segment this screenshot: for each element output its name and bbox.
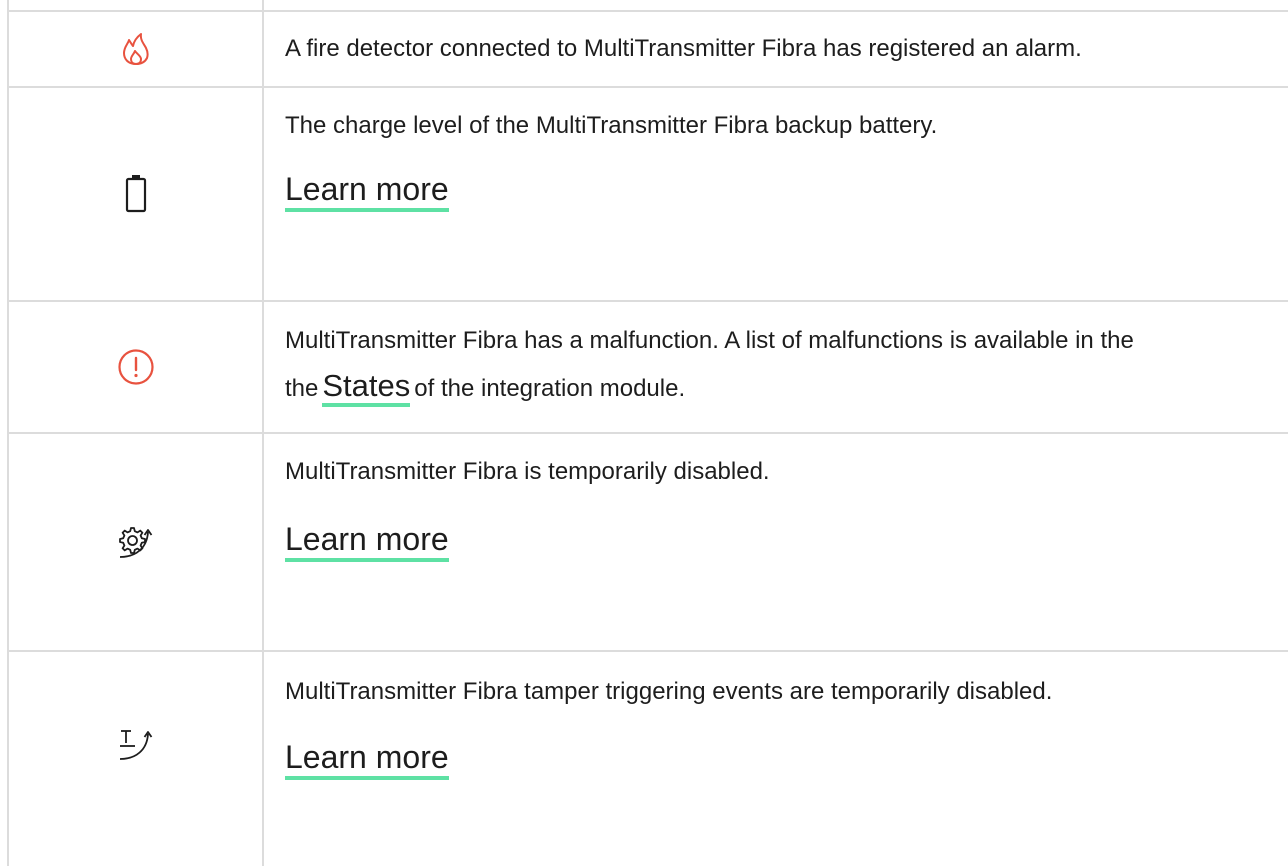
icon-cell [9, 88, 262, 300]
description-text-after: of the integration module. [414, 375, 686, 402]
malfunction-icon [117, 348, 155, 386]
table-row: MultiTransmitter Fibra tamper triggering… [9, 652, 1288, 866]
learn-more-link[interactable]: Learn more [285, 170, 449, 212]
icon-cell [9, 302, 262, 432]
table-row: MultiTransmitter Fibra is temporarily di… [9, 434, 1288, 650]
icon-cell [9, 434, 262, 650]
table-row: A fire detector connected to MultiTransm… [9, 12, 1288, 86]
icon-cell [9, 652, 262, 836]
tamper-disabled-icon [116, 726, 156, 762]
row-description: The charge level of the MultiTransmitter… [285, 112, 938, 139]
row-description: MultiTransmitter Fibra tamper triggering… [285, 678, 1053, 705]
row-description: A fire detector connected to MultiTransm… [285, 35, 1082, 62]
status-icons-table: A fire detector connected to MultiTransm… [0, 0, 1288, 866]
learn-more-link[interactable]: Learn more [285, 738, 449, 780]
description-text: MultiTransmitter Fibra has a malfunction… [285, 327, 1134, 354]
battery-icon [125, 174, 147, 214]
table-row: MultiTransmitter Fibra has a malfunction… [9, 302, 1288, 432]
row-description: MultiTransmitter Fibra is temporarily di… [285, 458, 770, 485]
icon-cell [9, 12, 262, 86]
table-row: The charge level of the MultiTransmitter… [9, 88, 1288, 300]
learn-more-link[interactable]: Learn more [285, 520, 449, 562]
row-description: MultiTransmitter Fibra has a malfunction… [285, 317, 1288, 413]
states-link[interactable]: States [322, 369, 411, 407]
description-text-line2: the States of the integration module. [285, 369, 686, 407]
fire-icon [120, 31, 152, 67]
temporarily-disabled-icon [116, 524, 156, 560]
